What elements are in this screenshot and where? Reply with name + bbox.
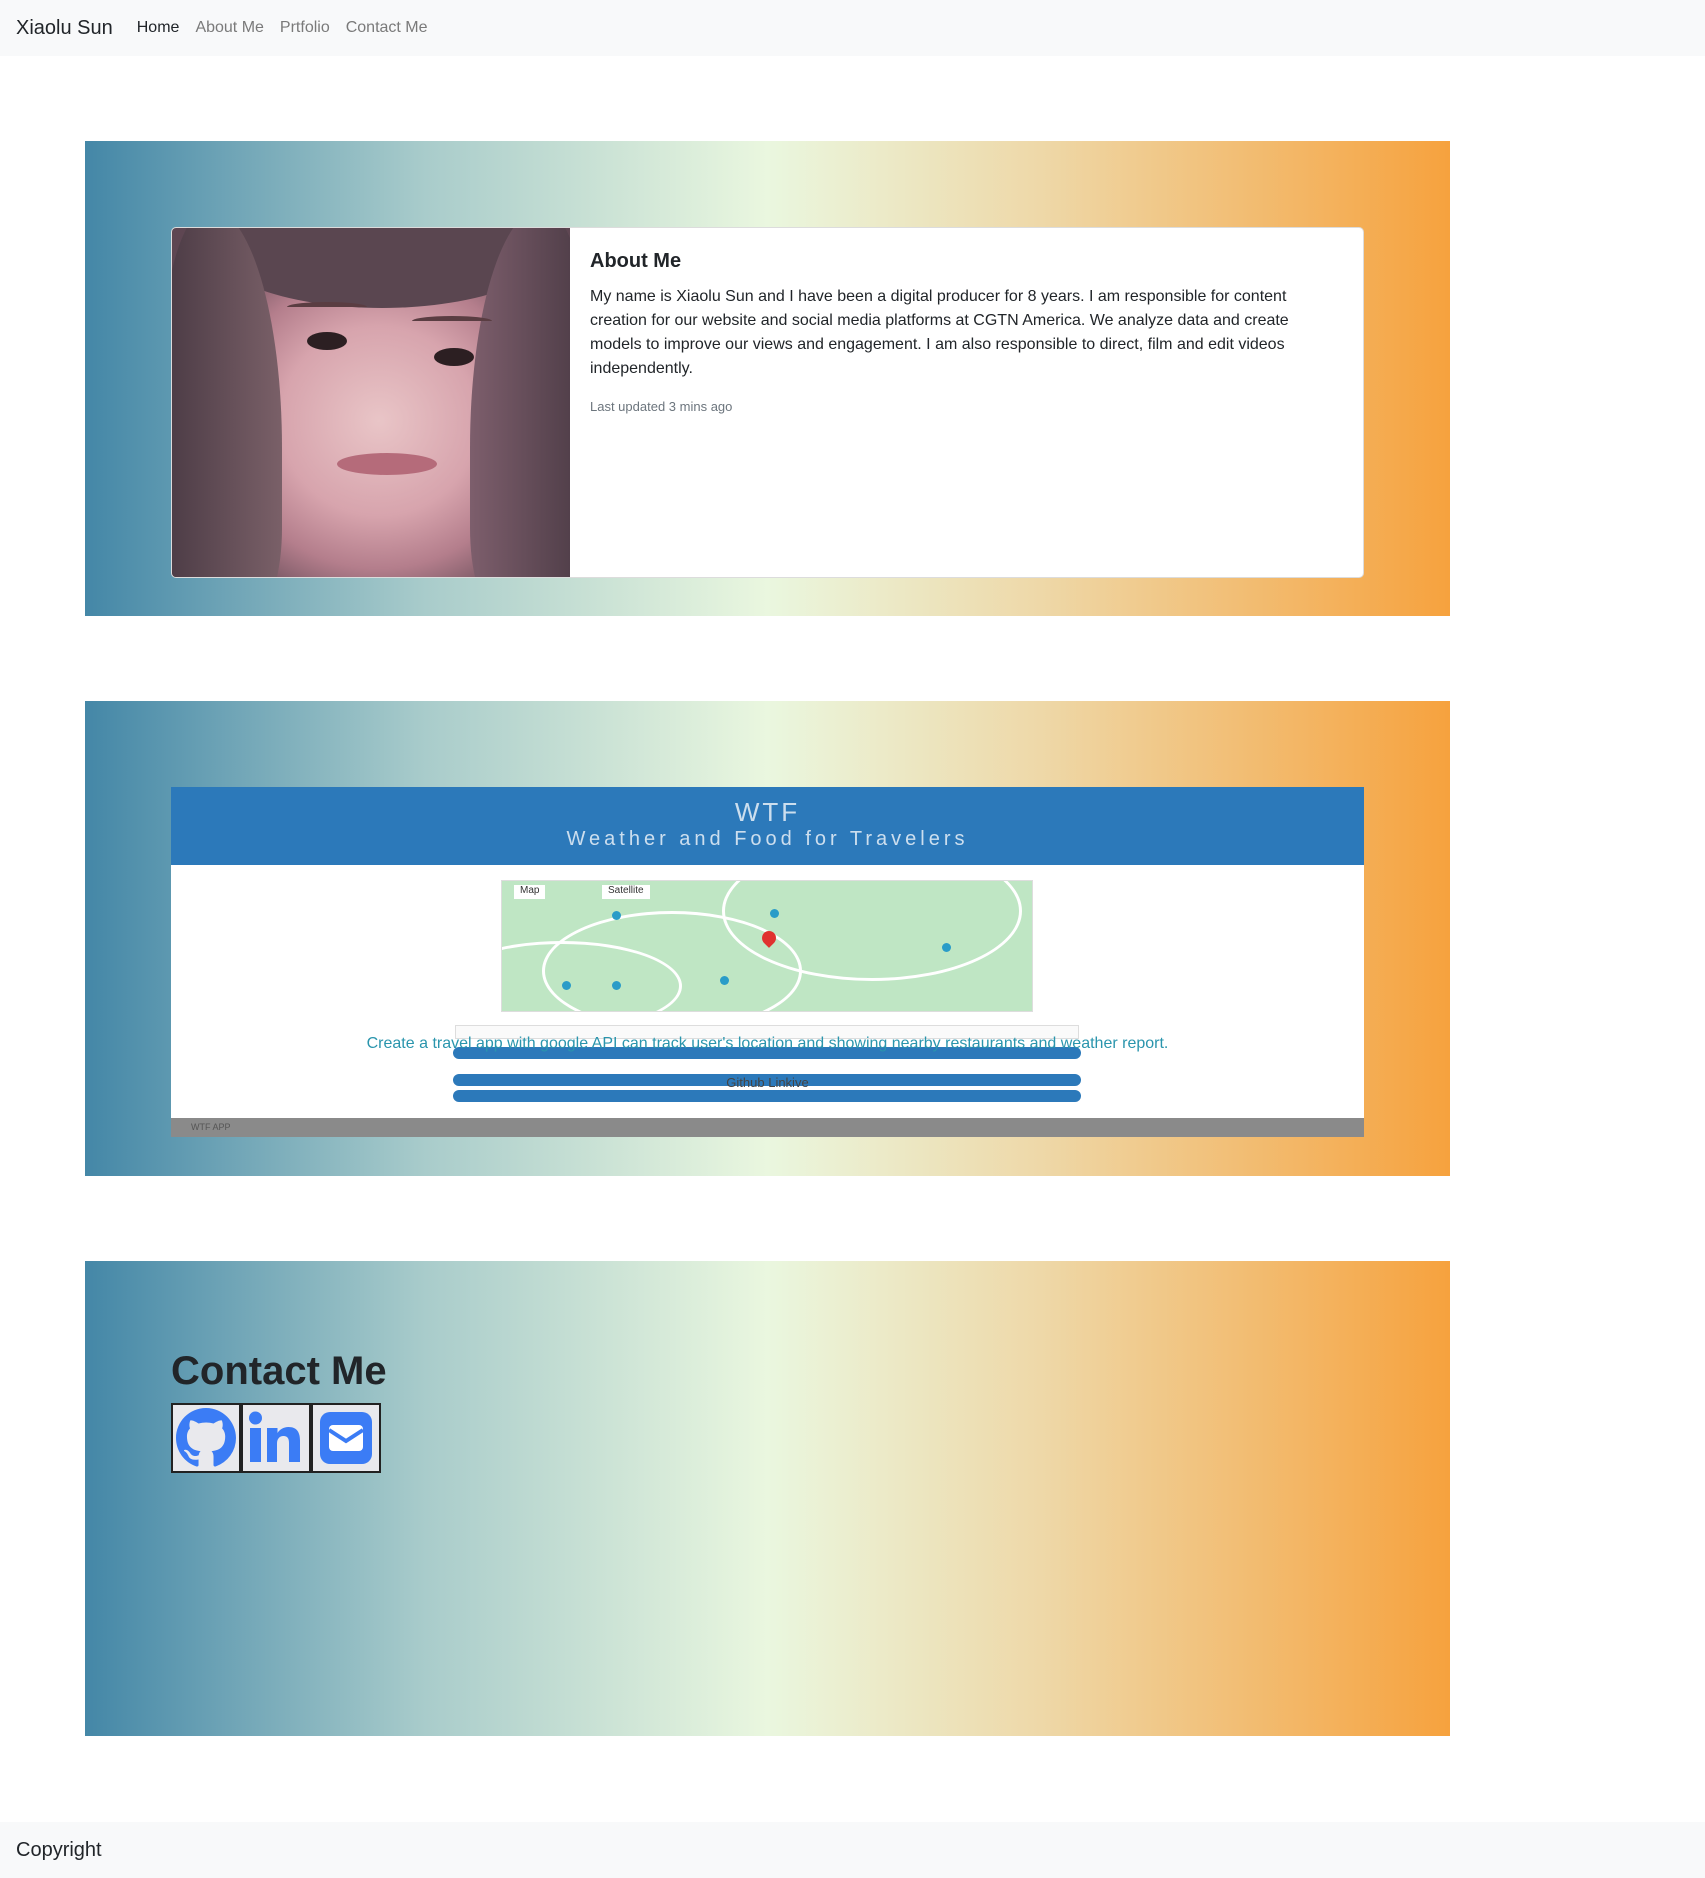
navbar: Xiaolu Sun Home About Me Prtfolio Contac… [0, 0, 1705, 56]
about-title: About Me [590, 250, 682, 272]
brand-name[interactable]: Xiaolu Sun [16, 17, 113, 40]
email-button[interactable] [311, 1403, 381, 1473]
about-card-body: About Me My name is Xiaolu Sun and I hav… [570, 228, 1363, 577]
nav-link-portfolio[interactable]: Prtfolio [280, 19, 330, 37]
contact-icons [171, 1403, 381, 1473]
app-title: WTF [734, 797, 801, 827]
weather-food-button-screenshot [453, 1090, 1081, 1102]
footer: Copyright [0, 1822, 1705, 1878]
nav-link-about[interactable]: About Me [195, 19, 263, 37]
nav-link-home[interactable]: Home [137, 19, 180, 37]
github-link[interactable]: Github Linkive [171, 1075, 1364, 1090]
portfolio-description[interactable]: Create a travel app with google API can … [171, 1035, 1364, 1053]
map-screenshot: Map Satellite [501, 880, 1033, 1012]
app-footer: WTF APP [171, 1118, 1364, 1137]
map-tab: Map [514, 885, 546, 899]
about-text: My name is Xiaolu Sun and I have been a … [590, 288, 1289, 377]
profile-photo [172, 228, 570, 577]
contact-section: Contact Me [85, 1261, 1450, 1736]
github-button[interactable] [171, 1403, 241, 1473]
satellite-tab: Satellite [602, 885, 650, 899]
app-screenshot-header: WTF Weather and Food for Travelers [171, 787, 1364, 865]
contact-title: Contact Me [171, 1349, 387, 1393]
app-subtitle: Weather and Food for Travelers [566, 828, 969, 850]
github-icon [176, 1408, 236, 1467]
linkedin-button[interactable] [241, 1403, 311, 1473]
copyright-text: Copyright [16, 1838, 102, 1861]
linkedin-icon [249, 1411, 300, 1462]
portfolio-section: WTF Weather and Food for Travelers Map S… [85, 701, 1450, 1176]
about-card: About Me My name is Xiaolu Sun and I hav… [171, 227, 1364, 578]
nav-link-contact[interactable]: Contact Me [346, 19, 428, 37]
last-updated: Last updated 3 mins ago [590, 399, 733, 414]
email-icon [320, 1412, 372, 1464]
about-section: About Me My name is Xiaolu Sun and I hav… [85, 141, 1450, 616]
portfolio-card[interactable]: WTF Weather and Food for Travelers Map S… [171, 787, 1364, 1137]
